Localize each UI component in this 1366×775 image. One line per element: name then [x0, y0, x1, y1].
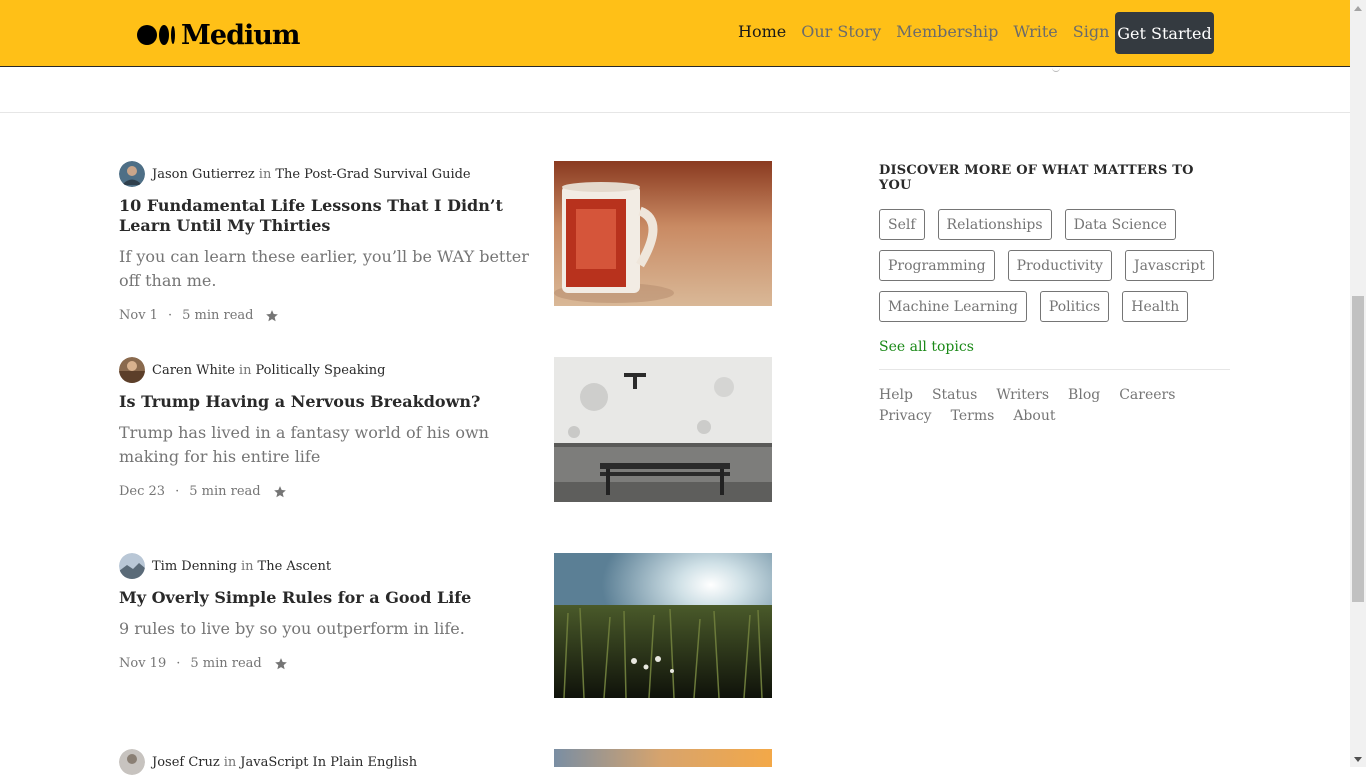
- in-label: in: [223, 754, 237, 770]
- topic-tag[interactable]: Javascript: [1124, 250, 1214, 281]
- read-time: 5 min read: [182, 308, 254, 323]
- article-title[interactable]: 10 Fundamental Life Lessons That I Didn’…: [119, 196, 519, 236]
- in-label: in: [258, 166, 272, 182]
- scroll-up-arrow-icon[interactable]: [1350, 0, 1366, 16]
- star-icon: [273, 485, 286, 497]
- get-started-button[interactable]: Get Started: [1115, 12, 1214, 54]
- logo-text: Medium: [181, 19, 300, 51]
- article-thumbnail[interactable]: [554, 749, 772, 767]
- avatar[interactable]: [119, 357, 145, 383]
- avatar[interactable]: [119, 749, 145, 775]
- topic-tag[interactable]: Health: [1122, 291, 1189, 322]
- author-name[interactable]: Tim Denning: [152, 559, 237, 574]
- vertical-scrollbar[interactable]: [1350, 0, 1366, 767]
- footer-links: Help Status Writers Blog Careers Privacy…: [879, 387, 1230, 424]
- nav-home[interactable]: Home: [738, 22, 786, 41]
- topic-tag[interactable]: Politics: [1039, 291, 1110, 322]
- avatar[interactable]: [119, 553, 145, 579]
- publication-name[interactable]: Politically Speaking: [255, 363, 385, 378]
- scroll-down-arrow-icon[interactable]: [1350, 751, 1366, 767]
- scrollbar-thumb[interactable]: [1352, 296, 1364, 602]
- strip-mark: [1052, 67, 1060, 72]
- article-thumbnail[interactable]: [554, 553, 772, 698]
- read-time: 5 min read: [190, 656, 262, 671]
- discover-heading: DISCOVER MORE OF WHAT MATTERS TO YOU: [879, 163, 1194, 193]
- footer-link-help[interactable]: Help: [879, 387, 913, 403]
- medium-logo[interactable]: Medium: [137, 19, 300, 51]
- star-icon: [274, 657, 287, 669]
- separator-dot: ·: [175, 484, 180, 499]
- author-name[interactable]: Caren White: [152, 363, 235, 378]
- in-label: in: [241, 558, 254, 574]
- nav-our-story[interactable]: Our Story: [801, 22, 881, 41]
- sidebar: DISCOVER MORE OF WHAT MATTERS TO YOU Sel…: [879, 163, 1230, 424]
- footer-link-blog[interactable]: Blog: [1068, 387, 1100, 403]
- footer-link-about[interactable]: About: [1013, 408, 1055, 424]
- topic-tag[interactable]: Machine Learning: [879, 291, 1027, 322]
- top-nav: Home Our Story Membership Write Sign In: [738, 22, 1146, 41]
- article-footer: Nov 1 · 5 min read: [119, 308, 772, 323]
- article-subtitle[interactable]: Trump has lived in a fantasy world of hi…: [119, 421, 529, 469]
- article-subtitle[interactable]: 9 rules to live by so you outperform in …: [119, 617, 529, 641]
- medium-logo-icon: [137, 25, 175, 45]
- nav-membership[interactable]: Membership: [896, 22, 998, 41]
- header-strip: [0, 67, 1350, 113]
- topic-tag[interactable]: Programming: [879, 250, 995, 281]
- author-name[interactable]: Josef Cruz: [152, 755, 220, 770]
- publication-name[interactable]: JavaScript In Plain English: [240, 755, 417, 770]
- topic-tag[interactable]: Data Science: [1064, 209, 1176, 240]
- topic-tag[interactable]: Self: [879, 209, 925, 240]
- in-label: in: [238, 362, 252, 378]
- article-date: Dec 23: [119, 484, 166, 499]
- footer-link-terms[interactable]: Terms: [951, 408, 995, 424]
- topic-tags: Self Relationships Data Science Programm…: [879, 209, 1230, 322]
- footer-link-careers[interactable]: Careers: [1119, 387, 1175, 403]
- footer-link-writers[interactable]: Writers: [996, 387, 1049, 403]
- star-icon: [266, 309, 279, 321]
- author-name[interactable]: Jason Gutierrez: [152, 167, 255, 182]
- article-card[interactable]: Jason Gutierrez in The Post-Grad Surviva…: [119, 161, 772, 323]
- article-date: Nov 19: [119, 656, 167, 671]
- footer-link-status[interactable]: Status: [932, 387, 977, 403]
- site-header: Medium Home Our Story Membership Write S…: [0, 0, 1350, 67]
- publication-name[interactable]: The Post-Grad Survival Guide: [275, 167, 470, 182]
- read-time: 5 min read: [189, 484, 261, 499]
- article-card[interactable]: Caren White in Politically Speaking Is T…: [119, 357, 772, 502]
- avatar[interactable]: [119, 161, 145, 187]
- article-date: Nov 1: [119, 308, 158, 323]
- article-title[interactable]: My Overly Simple Rules for a Good Life: [119, 588, 519, 608]
- publication-name[interactable]: The Ascent: [258, 559, 332, 574]
- nav-write[interactable]: Write: [1013, 22, 1057, 41]
- footer-link-privacy[interactable]: Privacy: [879, 408, 932, 424]
- separator-dot: ·: [176, 656, 181, 671]
- article-card[interactable]: Josef Cruz in JavaScript In Plain Englis…: [119, 749, 772, 775]
- article-thumbnail[interactable]: [554, 161, 772, 306]
- article-title[interactable]: Is Trump Having a Nervous Breakdown?: [119, 392, 519, 412]
- article-thumbnail[interactable]: [554, 357, 772, 502]
- topic-tag[interactable]: Productivity: [1007, 250, 1112, 281]
- article-subtitle[interactable]: If you can learn these earlier, you’ll b…: [119, 245, 529, 293]
- separator-dot: ·: [167, 308, 173, 323]
- sidebar-divider: [879, 369, 1230, 370]
- topic-tag[interactable]: Relationships: [937, 209, 1052, 240]
- see-all-topics-link[interactable]: See all topics: [879, 339, 1230, 355]
- article-card[interactable]: Tim Denning in The Ascent My Overly Simp…: [119, 553, 772, 698]
